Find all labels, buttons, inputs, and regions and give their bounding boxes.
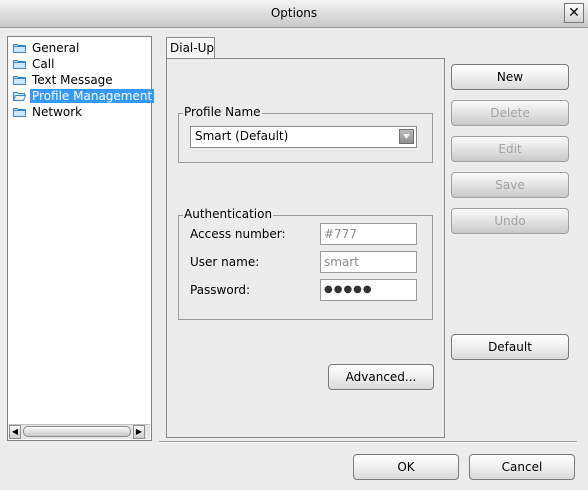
tree-item-network[interactable]: Network	[10, 105, 84, 120]
tab-dial-up[interactable]: Dial-Up	[166, 37, 215, 59]
chevron-down-icon	[403, 134, 410, 139]
authentication-label: Authentication	[183, 207, 274, 221]
save-button[interactable]: Save	[451, 172, 569, 198]
dropdown-button[interactable]	[399, 129, 414, 144]
access-number-field[interactable]: #777	[320, 223, 417, 245]
tree-item-label: Call	[32, 57, 55, 71]
access-number-label: Access number:	[190, 227, 286, 241]
tree-item-label: General	[32, 41, 80, 55]
new-button[interactable]: New	[451, 64, 569, 90]
profile-select-value: Smart (Default)	[195, 129, 289, 143]
folder-icon	[13, 59, 26, 69]
cancel-button[interactable]: Cancel	[469, 454, 575, 480]
tab-label: Dial-Up	[170, 41, 214, 55]
folder-icon	[13, 75, 26, 85]
scroll-left-button[interactable]: ◀	[9, 425, 21, 439]
edit-button[interactable]: Edit	[451, 136, 569, 162]
tree-item-label: Text Message	[32, 73, 113, 87]
tree-item-general[interactable]: General	[10, 41, 81, 56]
folder-icon	[13, 43, 26, 53]
arrow-left-icon: ◀	[11, 427, 19, 436]
title-bar: Options ✕	[0, 0, 588, 28]
tree-item-call[interactable]: Call	[10, 57, 56, 72]
profile-name-label: Profile Name	[183, 105, 262, 119]
password-field[interactable]: ●●●●●	[320, 279, 417, 301]
profile-select[interactable]: Smart (Default)	[190, 126, 417, 148]
tree-item-profile-management[interactable]: Profile Management	[10, 89, 155, 104]
user-name-label: User name:	[190, 255, 260, 269]
close-icon: ✕	[568, 5, 580, 21]
arrow-right-icon: ▶	[135, 427, 143, 436]
tree-item-text-message[interactable]: Text Message	[10, 73, 115, 88]
scroll-right-button[interactable]: ▶	[133, 425, 145, 439]
password-label: Password:	[190, 283, 251, 297]
close-button[interactable]: ✕	[564, 3, 584, 23]
folder-icon	[13, 107, 26, 117]
tree-item-label: Network	[32, 105, 83, 119]
delete-button[interactable]: Delete	[451, 100, 569, 126]
tree-item-label: Profile Management	[30, 89, 155, 103]
options-tree[interactable]: General Call Text Message Profile Manage…	[7, 36, 155, 441]
user-name-field[interactable]: smart	[320, 251, 417, 273]
default-button[interactable]: Default	[451, 334, 569, 360]
folder-open-icon	[13, 91, 26, 101]
scrollbar-thumb[interactable]	[23, 426, 131, 437]
ok-button[interactable]: OK	[353, 454, 459, 480]
divider	[159, 441, 577, 443]
horizontal-scrollbar[interactable]: ◀ ▶	[9, 424, 150, 439]
advanced-button[interactable]: Advanced...	[328, 364, 434, 390]
undo-button[interactable]: Undo	[451, 208, 569, 234]
window-title: Options	[270, 6, 318, 20]
